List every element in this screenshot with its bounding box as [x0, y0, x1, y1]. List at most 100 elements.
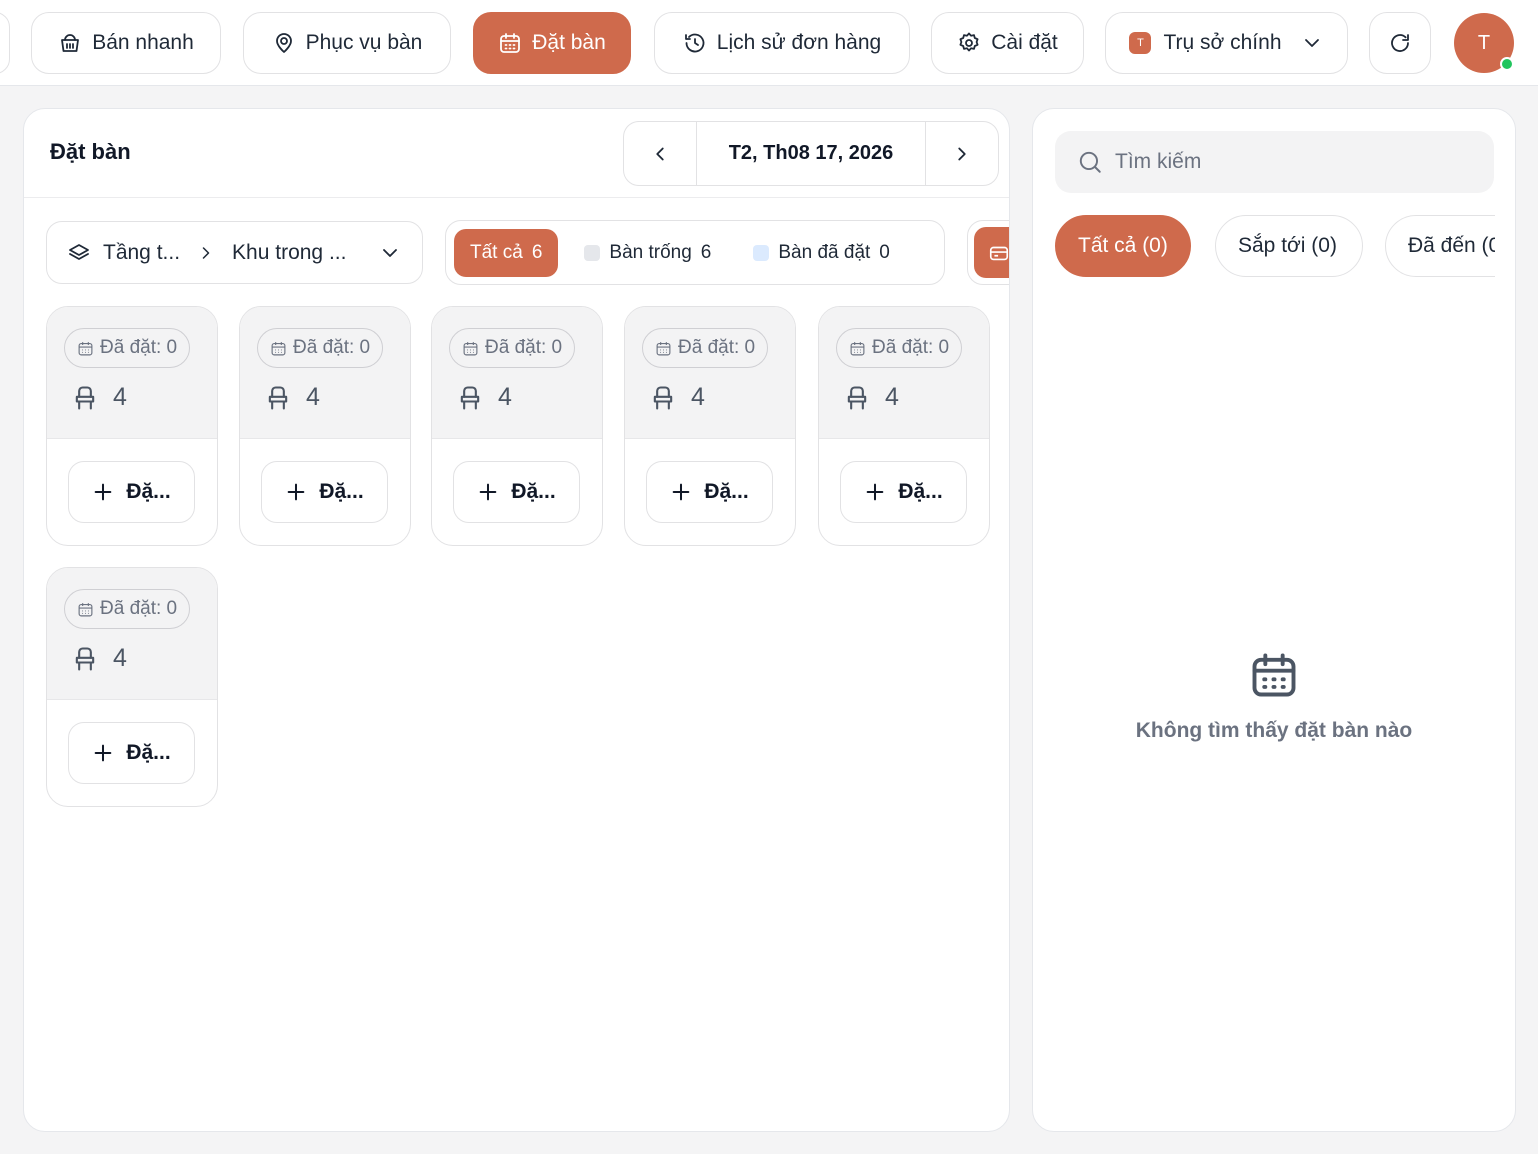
top-navigation: Bán nhanh Phục vụ bàn Đặt bàn Lịch sử đơ… — [0, 0, 1538, 86]
truncated-action-inner: T — [974, 227, 1009, 278]
table-card-header: Đã đặt: 0 4 — [432, 307, 602, 439]
table-card[interactable]: Đã đặt: 0 4 Đặ... — [431, 306, 603, 546]
nav-reservation-button[interactable]: Đặt bàn — [473, 12, 631, 74]
table-status-filter: Tất cả 6 Bàn trống 6 Bàn đã đặt 0 — [445, 220, 945, 285]
chair-icon — [268, 385, 288, 410]
search-input[interactable]: Tìm kiếm — [1055, 131, 1494, 193]
booked-count-badge: Đã đặt: 0 — [64, 589, 191, 629]
table-card[interactable]: Đã đặt: 0 4 Đặ... — [818, 306, 990, 546]
tab-arrived[interactable]: Đã đến (0) — [1385, 215, 1495, 277]
reservation-panel: Đặt bàn T2, Th08 17, 2026 Tầng t... Khu … — [23, 108, 1010, 1132]
filter-booked-label: Bàn đã đặt — [778, 241, 871, 263]
calendar-icon — [850, 341, 865, 355]
seat-count: 4 — [264, 383, 320, 412]
table-card-header: Đã đặt: 0 4 — [625, 307, 795, 439]
online-status-dot — [1500, 57, 1514, 71]
filter-empty-tables[interactable]: Bàn trống 6 — [568, 229, 727, 277]
chevron-left-icon — [656, 147, 664, 160]
floor-area-selector[interactable]: Tầng t... Khu trong ... — [46, 221, 423, 284]
seat-count-value: 4 — [113, 383, 127, 411]
empty-state: Không tìm thấy đặt bàn nào — [1033, 649, 1515, 743]
nav-table-service-button[interactable]: Phục vụ bàn — [243, 12, 451, 74]
card-icon — [989, 246, 1009, 260]
seat-count-value: 4 — [113, 644, 127, 672]
previous-day-button[interactable] — [624, 122, 696, 185]
book-table-button[interactable]: Đặ... — [646, 461, 773, 523]
book-table-button[interactable]: Đặ... — [68, 461, 195, 523]
previous-nav-button[interactable] — [0, 12, 10, 74]
nav-order-history-label: Lịch sử đơn hàng — [716, 31, 882, 54]
refresh-icon — [1391, 34, 1409, 52]
plus-icon — [94, 483, 112, 501]
chair-icon — [75, 385, 95, 410]
filter-all-label: Tất cả — [470, 241, 523, 263]
reservation-status-tabs: Tất cả (0) Sắp tới (0) Đã đến (0) — [1055, 215, 1495, 277]
seat-count-value: 4 — [885, 383, 899, 411]
seat-count: 4 — [649, 383, 705, 412]
search-placeholder: Tìm kiếm — [1115, 150, 1202, 173]
current-date[interactable]: T2, Th08 17, 2026 — [696, 122, 926, 185]
table-card[interactable]: Đã đặt: 0 4 Đặ... — [46, 306, 218, 546]
location-pin-icon — [275, 33, 292, 53]
table-card[interactable]: Đã đặt: 0 4 Đặ... — [46, 567, 218, 807]
tab-upcoming[interactable]: Sắp tới (0) — [1215, 215, 1363, 277]
plus-icon — [94, 744, 112, 762]
filter-booked-count: 0 — [879, 241, 890, 263]
empty-table-swatch — [584, 244, 601, 261]
seat-count-value: 4 — [498, 383, 512, 411]
refresh-button[interactable] — [1369, 12, 1431, 74]
booked-count-text: Đã đặt: 0 — [100, 337, 178, 358]
book-table-button[interactable]: Đặ... — [453, 461, 580, 523]
plus-icon — [866, 483, 884, 501]
plus-icon — [479, 483, 497, 501]
filter-empty-count: 6 — [700, 241, 712, 263]
calendar-icon — [500, 33, 521, 53]
plus-icon — [672, 483, 690, 501]
floor-label: Tầng t... — [103, 240, 181, 264]
reservation-list-panel: Tìm kiếm Tất cả (0) Sắp tới (0) Đã đến (… — [1032, 108, 1516, 1132]
chair-icon — [847, 385, 867, 410]
filter-booked-tables[interactable]: Bàn đã đặt 0 — [737, 229, 906, 277]
nav-settings-label: Cài đặt — [991, 31, 1058, 54]
branch-selector[interactable]: T Trụ sở chính — [1105, 12, 1348, 74]
layers-icon — [69, 243, 89, 260]
calendar-icon — [1252, 653, 1296, 697]
seat-count: 4 — [843, 383, 899, 412]
truncated-action-button[interactable]: T — [967, 220, 1009, 285]
nav-quick-sale-button[interactable]: Bán nhanh — [31, 12, 221, 74]
book-table-button[interactable]: Đặ... — [68, 722, 195, 784]
chair-icon — [460, 385, 480, 410]
book-table-label: Đặ... — [126, 741, 171, 764]
nav-order-history-button[interactable]: Lịch sử đơn hàng — [654, 12, 910, 74]
booked-count-text: Đã đặt: 0 — [678, 337, 756, 358]
calendar-icon — [271, 341, 286, 355]
booked-count-badge: Đã đặt: 0 — [64, 328, 191, 368]
next-day-button[interactable] — [926, 122, 998, 185]
seat-count-value: 4 — [691, 383, 705, 411]
seat-count: 4 — [71, 644, 127, 673]
book-table-label: Đặ... — [126, 480, 171, 503]
history-clock-icon — [684, 33, 705, 53]
nav-table-service-label: Phục vụ bàn — [305, 31, 423, 54]
book-table-button[interactable]: Đặ... — [840, 461, 967, 523]
table-card[interactable]: Đã đặt: 0 4 Đặ... — [239, 306, 411, 546]
gear-icon — [959, 32, 979, 52]
booked-count-text: Đã đặt: 0 — [485, 337, 563, 358]
branch-label: Trụ sở chính — [1163, 31, 1282, 54]
search-icon — [1079, 151, 1101, 173]
nav-reservation-label: Đặt bàn — [532, 31, 606, 54]
chair-icon — [653, 385, 673, 410]
book-table-label: Đặ... — [898, 480, 943, 503]
book-table-button[interactable]: Đặ... — [261, 461, 388, 523]
table-card[interactable]: Đã đặt: 0 4 Đặ... — [624, 306, 796, 546]
chevron-down-icon — [1304, 39, 1319, 47]
tab-all[interactable]: Tất cả (0) — [1055, 215, 1191, 277]
header-divider — [24, 197, 1009, 198]
filter-all[interactable]: Tất cả 6 — [454, 228, 559, 277]
branch-badge: T — [1129, 32, 1152, 54]
table-card-header: Đã đặt: 0 4 — [240, 307, 410, 439]
table-card-header: Đã đặt: 0 4 — [47, 568, 217, 700]
date-navigator: T2, Th08 17, 2026 — [623, 121, 999, 186]
filter-all-count: 6 — [531, 241, 543, 263]
nav-settings-button[interactable]: Cài đặt — [931, 12, 1084, 74]
